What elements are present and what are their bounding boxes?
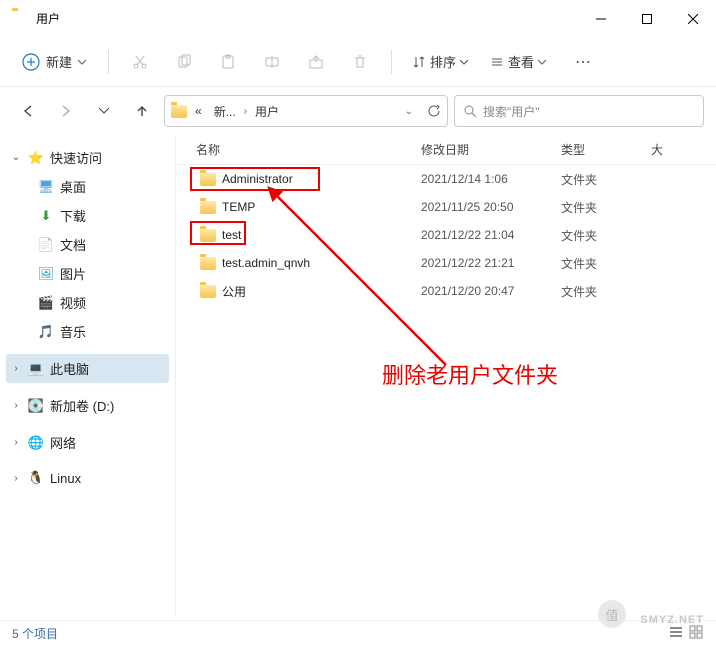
col-type[interactable]: 类型: [561, 141, 651, 158]
chevron-right-icon: ›: [244, 106, 247, 117]
address-bar[interactable]: « 新... › 用户 ⌄: [164, 95, 448, 127]
rename-button[interactable]: [253, 44, 291, 80]
file-name: 公用: [222, 283, 246, 300]
view-button[interactable]: 查看: [482, 46, 554, 77]
sidebar-linux[interactable]: ›🐧Linux: [6, 465, 169, 491]
crumb-overflow[interactable]: «: [191, 102, 206, 120]
search-placeholder: 搜索"用户": [483, 103, 540, 120]
share-button[interactable]: [297, 44, 335, 80]
col-size[interactable]: 大: [651, 141, 716, 158]
new-label: 新建: [46, 52, 72, 71]
chevron-down-icon: [78, 58, 86, 66]
table-row[interactable]: test.admin_qnvh 2021/12/22 21:21文件夹: [176, 249, 716, 277]
file-name: TEMP: [222, 200, 255, 214]
up-button[interactable]: [126, 95, 158, 127]
file-rows: Administrator2021/12/14 1:06文件夹TEMP2021/…: [176, 165, 716, 305]
col-date[interactable]: 修改日期: [421, 141, 561, 158]
content: ⌄⭐快速访问 🖥桌面 ⬇下载 📄文档 🖼图片 🎬视频 🎵音乐 ›💻此电脑 ›💽新…: [0, 135, 716, 615]
details-view-button[interactable]: [668, 624, 684, 643]
table-row[interactable]: TEMP 2021/11/25 20:50文件夹: [176, 193, 716, 221]
file-type: 文件夹: [561, 283, 651, 300]
sidebar-new-volume[interactable]: ›💽新加卷 (D:): [6, 391, 169, 420]
window-title: 用户: [36, 10, 578, 27]
folder-icon: [12, 11, 28, 27]
file-date: 2021/12/14 1:06: [421, 172, 561, 186]
minimize-button[interactable]: [578, 3, 624, 35]
sidebar-downloads[interactable]: ⬇下载: [34, 201, 169, 230]
sort-button[interactable]: 排序: [404, 46, 476, 77]
sidebar-music[interactable]: 🎵音乐: [34, 317, 169, 346]
table-row[interactable]: 公用 2021/12/20 20:47文件夹: [176, 277, 716, 305]
file-name: test.admin_qnvh: [222, 256, 310, 270]
recent-button[interactable]: [88, 95, 120, 127]
folder-icon: [171, 105, 187, 118]
col-name[interactable]: 名称: [176, 141, 421, 158]
sidebar-videos[interactable]: 🎬视频: [34, 288, 169, 317]
new-button[interactable]: 新建: [12, 46, 96, 77]
search-icon: [463, 104, 477, 118]
column-headers: 名称 修改日期 类型 大: [176, 135, 716, 165]
sidebar-network[interactable]: ›🌐网络: [6, 428, 169, 457]
file-name: Administrator: [222, 172, 293, 186]
status-count: 5 个项目: [12, 625, 58, 642]
search-box[interactable]: 搜索"用户": [454, 95, 704, 127]
sidebar: ⌄⭐快速访问 🖥桌面 ⬇下载 📄文档 🖼图片 🎬视频 🎵音乐 ›💻此电脑 ›💽新…: [0, 135, 175, 615]
sort-label: 排序: [430, 52, 456, 71]
file-date: 2021/12/22 21:04: [421, 228, 561, 242]
annotation-text: 删除老用户文件夹: [382, 358, 558, 390]
file-type: 文件夹: [561, 199, 651, 216]
file-type: 文件夹: [561, 227, 651, 244]
maximize-button[interactable]: [624, 3, 670, 35]
file-type: 文件夹: [561, 171, 651, 188]
delete-button[interactable]: [341, 44, 379, 80]
watermark-badge: 值: [598, 600, 626, 628]
chevron-down-icon[interactable]: ⌄: [405, 106, 413, 117]
folder-icon: [200, 201, 216, 214]
crumb-current[interactable]: 用户: [251, 101, 283, 122]
crumb-root[interactable]: 新...: [210, 101, 240, 122]
paste-button[interactable]: [209, 44, 247, 80]
window-controls: [578, 3, 716, 35]
close-button[interactable]: [670, 3, 716, 35]
folder-icon: [200, 229, 216, 242]
folder-icon: [200, 257, 216, 270]
file-type: 文件夹: [561, 255, 651, 272]
toolbar: 新建 排序 查看 ⋯: [0, 37, 716, 87]
file-name: test: [222, 228, 241, 242]
folder-icon: [200, 173, 216, 186]
chevron-down-icon: [460, 58, 468, 66]
more-button[interactable]: ⋯: [564, 44, 602, 80]
watermark-text: SMYZ.NET: [640, 614, 704, 626]
sidebar-documents[interactable]: 📄文档: [34, 230, 169, 259]
back-button[interactable]: [12, 95, 44, 127]
forward-button[interactable]: [50, 95, 82, 127]
view-label: 查看: [508, 52, 534, 71]
cut-button[interactable]: [121, 44, 159, 80]
file-date: 2021/12/22 21:21: [421, 256, 561, 270]
titlebar: 用户: [0, 0, 716, 37]
sidebar-desktop[interactable]: 🖥桌面: [34, 172, 169, 201]
folder-icon: [200, 285, 216, 298]
sidebar-quick-access[interactable]: ⌄⭐快速访问: [6, 143, 169, 172]
icons-view-button[interactable]: [688, 624, 704, 643]
nav-row: « 新... › 用户 ⌄ 搜索"用户": [0, 87, 716, 135]
sidebar-pictures[interactable]: 🖼图片: [34, 259, 169, 288]
refresh-button[interactable]: [427, 104, 441, 118]
table-row[interactable]: Administrator 2021/12/14 1:06文件夹: [176, 165, 716, 193]
copy-button[interactable]: [165, 44, 203, 80]
table-row[interactable]: test 2021/12/22 21:04文件夹: [176, 221, 716, 249]
file-date: 2021/11/25 20:50: [421, 200, 561, 214]
chevron-down-icon: [538, 58, 546, 66]
sidebar-this-pc[interactable]: ›💻此电脑: [6, 354, 169, 383]
file-date: 2021/12/20 20:47: [421, 284, 561, 298]
